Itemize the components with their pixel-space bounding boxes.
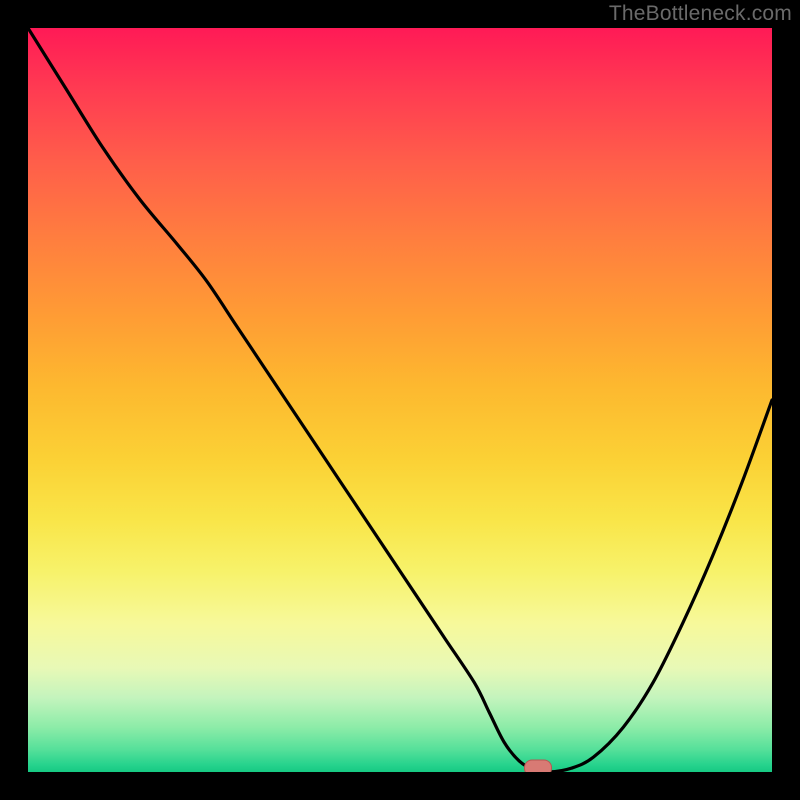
watermark-label: TheBottleneck.com — [609, 2, 792, 26]
plot-area — [28, 28, 772, 772]
chart-stage: TheBottleneck.com — [0, 0, 800, 800]
curve-svg — [28, 28, 772, 772]
optimum-marker — [524, 760, 552, 773]
bottleneck-curve — [28, 28, 772, 772]
